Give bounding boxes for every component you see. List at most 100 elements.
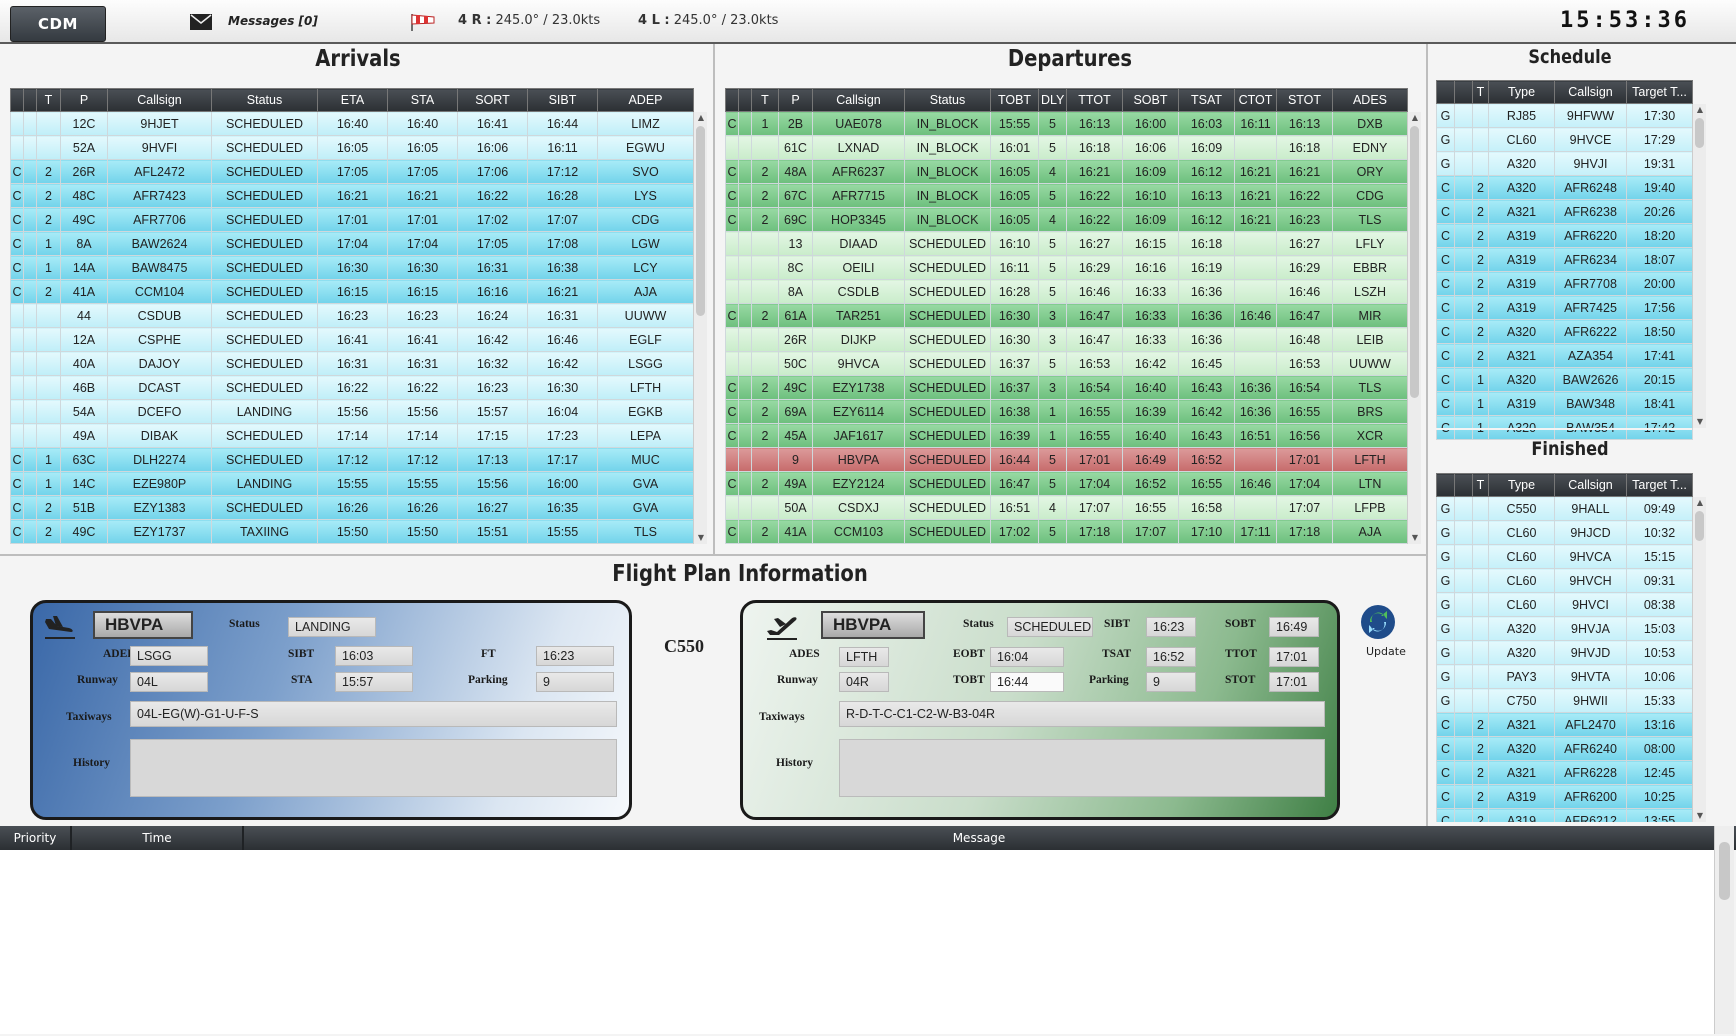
arrival-column-header[interactable]: ETA — [317, 88, 388, 112]
arrival-column-header[interactable]: STA — [387, 88, 458, 112]
arrivals-scrollbar[interactable]: ▲ ▼ — [693, 112, 707, 544]
finished-column-header[interactable]: Target T... — [1626, 473, 1693, 497]
arrival-row[interactable]: C 1 8A BAW2624 SCHEDULED 17:04 17:04 17:05 17:08… — [10, 231, 694, 256]
finished-scrollbar[interactable]: ▲ ▼ — [1692, 497, 1706, 822]
arrival-column-header[interactable]: SORT — [457, 88, 528, 112]
finished-row[interactable]: C 2 A321 AFL2470 13:16 — [1436, 712, 1693, 737]
departure-row[interactable]: 13 DIAAD SCHEDULED 16:10 5 16:27 16:15 16:18 16:… — [725, 231, 1408, 256]
departure-column-header[interactable]: STOT — [1276, 88, 1333, 112]
schedule-row[interactable]: C 2 A321 AFR6238 20:26 — [1436, 199, 1693, 224]
departure-column-header[interactable]: SOBT — [1122, 88, 1179, 112]
arrival-row[interactable]: 40A DAJOY SCHEDULED 16:31 16:31 16:32 16:42 LSG… — [10, 351, 694, 376]
finished-column-header[interactable] — [1454, 473, 1473, 497]
arrival-row[interactable]: 44 CSDUB SCHEDULED 16:23 16:23 16:24 16:31 UUWW — [10, 303, 694, 328]
scroll-down-icon[interactable]: ▼ — [1694, 417, 1706, 427]
departure-row[interactable]: 26R DIJKP SCHEDULED 16:30 3 16:47 16:33 16:36 16… — [725, 327, 1408, 352]
arrival-row[interactable]: C 2 51B EZY1383 SCHEDULED 16:26 16:26 16:27 16:3… — [10, 495, 694, 520]
priority-column-header[interactable]: Priority — [0, 826, 72, 850]
departure-row[interactable]: 50A CSDXJ SCHEDULED 16:51 4 17:07 16:55 16:58 17… — [725, 495, 1408, 520]
arrival-row[interactable]: C 2 49C EZY1737 TAXIING 15:50 15:50 15:51 15:55 T… — [10, 519, 694, 544]
departure-row[interactable]: C 2 41A CCM103 SCHEDULED 17:02 5 17:18 17:07 17:1… — [725, 519, 1408, 544]
schedule-scrollbar[interactable]: ▲ ▼ — [1692, 104, 1706, 428]
scroll-thumb[interactable] — [1695, 118, 1704, 148]
scroll-down-icon[interactable]: ▼ — [1694, 811, 1706, 821]
arrival-row[interactable]: 46B DCAST SCHEDULED 16:22 16:22 16:23 16:30 LFT… — [10, 375, 694, 400]
time-column-header[interactable]: Time — [72, 826, 244, 850]
schedule-row[interactable]: G RJ85 9HFWW 17:30 — [1436, 103, 1693, 128]
messages-scrollbar[interactable] — [1714, 826, 1734, 1034]
finished-row[interactable]: C 2 A320 AFR6240 08:00 — [1436, 736, 1693, 761]
finished-column-header[interactable] — [1436, 473, 1455, 497]
finished-row[interactable]: G C550 9HALL 09:49 — [1436, 496, 1693, 521]
schedule-column-header[interactable]: Type — [1488, 80, 1555, 104]
scroll-up-icon[interactable]: ▲ — [1694, 105, 1706, 115]
finished-row[interactable]: G A320 9HVJD 10:53 — [1436, 640, 1693, 665]
schedule-row[interactable]: C 1 A320 BAW2626 20:15 — [1436, 367, 1693, 392]
finished-row[interactable]: G CL60 9HJCD 10:32 — [1436, 520, 1693, 545]
finished-row[interactable]: G CL60 9HVCI 08:38 — [1436, 592, 1693, 617]
arrival-row[interactable]: 54A DCEFO LANDING 15:56 15:56 15:57 16:04 EGKB — [10, 399, 694, 424]
departure-row[interactable]: C 2 67C AFR7715 IN_BLOCK 16:05 5 16:22 16:10 16:1… — [725, 183, 1408, 208]
arrival-column-header[interactable] — [10, 88, 24, 112]
arrival-column-header[interactable]: Callsign — [107, 88, 212, 112]
arrival-row[interactable]: 52A 9HVFI SCHEDULED 16:05 16:05 16:06 16:11 EGW… — [10, 135, 694, 160]
arrival-row[interactable]: C 2 41A CCM104 SCHEDULED 16:15 16:15 16:16 16:21… — [10, 279, 694, 304]
departure-column-header[interactable]: P — [778, 88, 813, 112]
scroll-thumb[interactable] — [1695, 511, 1704, 541]
departure-column-header[interactable] — [725, 88, 739, 112]
scroll-up-icon[interactable]: ▲ — [695, 113, 707, 123]
scroll-down-icon[interactable]: ▼ — [695, 533, 707, 543]
scroll-down-icon[interactable]: ▼ — [1409, 533, 1421, 543]
departure-tobt-field[interactable]: 16:44 — [990, 672, 1064, 692]
arrival-column-header[interactable]: T — [36, 88, 61, 112]
schedule-column-header[interactable]: T — [1472, 80, 1489, 104]
refresh-icon[interactable] — [1360, 604, 1396, 640]
finished-row[interactable]: G CL60 9HVCH 09:31 — [1436, 568, 1693, 593]
cdm-button[interactable]: CDM — [10, 6, 106, 42]
finished-row[interactable]: G C750 9HWII 15:33 — [1436, 688, 1693, 713]
finished-row[interactable]: C 2 A321 AFR6228 12:45 — [1436, 760, 1693, 785]
envelope-icon[interactable] — [190, 14, 212, 30]
departure-row[interactable]: 9 HBVPA SCHEDULED 16:44 5 17:01 16:49 16:52 17:0… — [725, 447, 1408, 472]
arrival-row[interactable]: 49A DIBAK SCHEDULED 17:14 17:14 17:15 17:23 LEP… — [10, 423, 694, 448]
schedule-row[interactable]: C 2 A320 AFR6248 19:40 — [1436, 175, 1693, 200]
departure-row[interactable]: C 2 49C EZY1738 SCHEDULED 16:37 3 16:54 16:40 16:… — [725, 375, 1408, 400]
departure-column-header[interactable]: DLY — [1038, 88, 1067, 112]
schedule-row[interactable]: C 2 A319 AFR7425 17:56 — [1436, 295, 1693, 320]
arrival-column-header[interactable]: ADEP — [597, 88, 694, 112]
scroll-up-icon[interactable]: ▲ — [1409, 113, 1421, 123]
messages-label[interactable]: Messages [0] — [228, 14, 318, 28]
scroll-up-icon[interactable]: ▲ — [1694, 498, 1706, 508]
schedule-row[interactable]: C 2 A319 AFR7708 20:00 — [1436, 271, 1693, 296]
arrival-column-header[interactable]: SIBT — [527, 88, 598, 112]
departure-column-header[interactable]: CTOT — [1234, 88, 1277, 112]
finished-row[interactable]: G PAY3 9HVTA 10:06 — [1436, 664, 1693, 689]
finished-row[interactable]: G A320 9HVJA 15:03 — [1436, 616, 1693, 641]
departure-row[interactable]: 8A CSDLB SCHEDULED 16:28 5 16:46 16:33 16:36 16:… — [725, 279, 1408, 304]
arrival-row[interactable]: C 2 48C AFR7423 SCHEDULED 16:21 16:21 16:22 16:2… — [10, 183, 694, 208]
schedule-row[interactable]: C 2 A319 AFR6234 18:07 — [1436, 247, 1693, 272]
finished-row[interactable]: G CL60 9HVCA 15:15 — [1436, 544, 1693, 569]
departure-row[interactable]: C 2 69C HOP3345 IN_BLOCK 16:05 4 16:22 16:09 16:1… — [725, 207, 1408, 232]
arrival-column-header[interactable]: Status — [211, 88, 318, 112]
departure-column-header[interactable]: TOBT — [990, 88, 1039, 112]
departure-row[interactable]: C 2 61A TAR251 SCHEDULED 16:30 3 16:47 16:33 16:3… — [725, 303, 1408, 328]
arrival-row[interactable]: 12A CSPHE SCHEDULED 16:41 16:41 16:42 16:46 EGL… — [10, 327, 694, 352]
departure-row[interactable]: C 1 2B UAE078 IN_BLOCK 15:55 5 16:13 16:00 16:03 1… — [725, 111, 1408, 136]
departure-column-header[interactable]: ADES — [1332, 88, 1408, 112]
departure-row[interactable]: C 2 48A AFR6237 IN_BLOCK 16:05 4 16:21 16:09 16:1… — [725, 159, 1408, 184]
departure-row[interactable]: C 2 49A EZY2124 SCHEDULED 16:47 5 17:04 16:52 16:… — [725, 471, 1408, 496]
departure-column-header[interactable]: T — [751, 88, 779, 112]
schedule-row[interactable]: G CL60 9HVCE 17:29 — [1436, 127, 1693, 152]
finished-column-header[interactable]: Callsign — [1554, 473, 1627, 497]
departure-column-header[interactable]: Status — [904, 88, 991, 112]
schedule-row[interactable]: C 1 A319 BAW348 18:41 — [1436, 391, 1693, 416]
departure-column-header[interactable] — [738, 88, 752, 112]
finished-column-header[interactable]: Type — [1488, 473, 1555, 497]
departure-row[interactable]: C 2 45A JAF1617 SCHEDULED 16:39 1 16:55 16:40 16:… — [725, 423, 1408, 448]
arrival-row[interactable]: C 1 14C EZE980P LANDING 15:55 15:55 15:56 16:00 G… — [10, 471, 694, 496]
schedule-column-header[interactable]: Target T... — [1626, 80, 1693, 104]
arrival-column-header[interactable] — [23, 88, 37, 112]
schedule-row[interactable]: C 2 A319 AFR6220 18:20 — [1436, 223, 1693, 248]
departures-scrollbar[interactable]: ▲ ▼ — [1407, 112, 1421, 544]
